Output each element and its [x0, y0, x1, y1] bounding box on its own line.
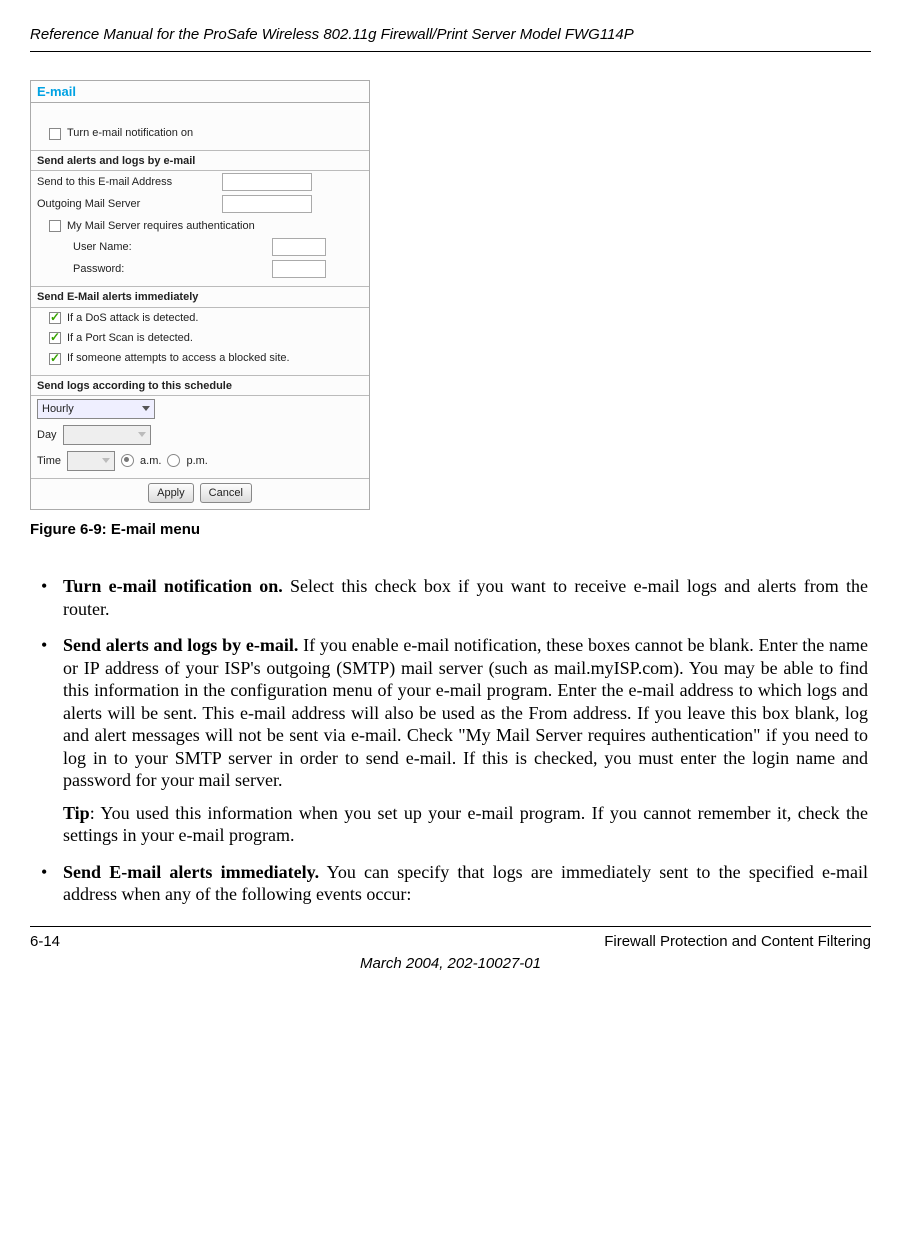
alert-dos-label: If a DoS attack is detected.: [67, 311, 198, 325]
footer-section-title: Firewall Protection and Content Filterin…: [604, 932, 871, 952]
header-title: Reference Manual for the ProSafe Wireles…: [30, 26, 634, 43]
tip-paragraph: Tip: You used this information when you …: [63, 802, 868, 847]
alert-blocked-checkbox[interactable]: [49, 353, 61, 365]
schedule-time-select[interactable]: [67, 451, 115, 471]
bullet1-lead: Turn e-mail notification on.: [63, 576, 283, 596]
chevron-down-icon: [138, 432, 146, 437]
schedule-frequency-select[interactable]: Hourly: [37, 399, 155, 419]
chevron-down-icon: [102, 458, 110, 463]
am-label: a.m.: [140, 454, 161, 468]
requires-auth-label: My Mail Server requires authentication: [67, 219, 255, 233]
email-config-panel: E-mail Turn e-mail notification on Send …: [30, 80, 370, 511]
list-item: Turn e-mail notification on. Select this…: [33, 575, 868, 620]
schedule-day-label: Day: [37, 428, 57, 442]
cancel-button[interactable]: Cancel: [200, 483, 252, 503]
username-input[interactable]: [272, 238, 326, 256]
figure-wrapper: E-mail Turn e-mail notification on Send …: [30, 80, 368, 540]
figure-caption: Figure 6-9: E-mail menu: [30, 520, 368, 540]
page-footer: 6-14 Firewall Protection and Content Fil…: [30, 926, 871, 974]
alert-blocked-label: If someone attempts to access a blocked …: [67, 351, 290, 365]
bullet2-text: If you enable e-mail notification, these…: [63, 635, 868, 790]
requires-auth-checkbox[interactable]: [49, 220, 61, 232]
notification-on-label: Turn e-mail notification on: [67, 126, 193, 140]
page-header: Reference Manual for the ProSafe Wireles…: [30, 25, 871, 52]
body-bullets: Turn e-mail notification on. Select this…: [30, 575, 871, 906]
schedule-frequency-value: Hourly: [42, 402, 74, 416]
schedule-day-select[interactable]: [63, 425, 151, 445]
notification-on-checkbox[interactable]: [49, 128, 61, 140]
schedule-time-label: Time: [37, 454, 61, 468]
tip-text: : You used this information when you set…: [63, 803, 868, 846]
password-label: Password:: [37, 260, 272, 278]
section-immediate-heading: Send E-Mail alerts immediately: [31, 286, 369, 307]
page-number: 6-14: [30, 932, 60, 952]
username-label: User Name:: [37, 238, 272, 256]
alert-portscan-label: If a Port Scan is detected.: [67, 331, 193, 345]
send-to-address-input[interactable]: [222, 173, 312, 191]
bullet3-lead: Send E-mail alerts immediately.: [63, 862, 319, 882]
alert-portscan-checkbox[interactable]: [49, 332, 61, 344]
email-panel-title: E-mail: [31, 81, 369, 104]
am-radio[interactable]: [121, 454, 134, 467]
outgoing-server-input[interactable]: [222, 195, 312, 213]
footer-date: March 2004, 202-10027-01: [30, 954, 871, 974]
list-item: Send E-mail alerts immediately. You can …: [33, 861, 868, 906]
section-send-alerts-heading: Send alerts and logs by e-mail: [31, 150, 369, 171]
pm-label: p.m.: [186, 454, 207, 468]
bullet2-lead: Send alerts and logs by e-mail.: [63, 635, 298, 655]
outgoing-server-label: Outgoing Mail Server: [37, 195, 222, 213]
section-schedule-heading: Send logs according to this schedule: [31, 375, 369, 396]
apply-button[interactable]: Apply: [148, 483, 194, 503]
chevron-down-icon: [142, 406, 150, 411]
password-input[interactable]: [272, 260, 326, 278]
tip-lead: Tip: [63, 803, 90, 823]
send-to-address-label: Send to this E-mail Address: [37, 173, 222, 191]
list-item: Send alerts and logs by e-mail. If you e…: [33, 634, 868, 847]
pm-radio[interactable]: [167, 454, 180, 467]
alert-dos-checkbox[interactable]: [49, 312, 61, 324]
